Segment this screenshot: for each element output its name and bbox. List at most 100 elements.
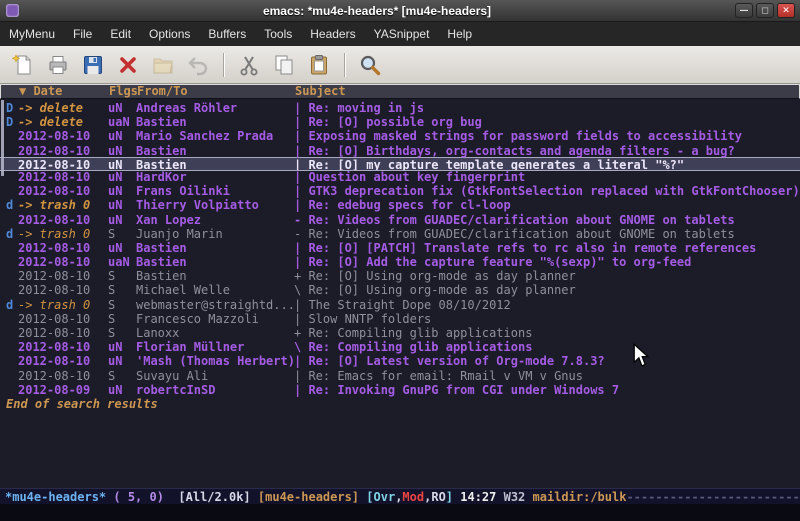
modeline-modified-indicator: Mod: [402, 490, 424, 504]
message-from: robertcInSD: [136, 383, 294, 397]
message-date: 2012-08-10: [18, 312, 108, 326]
message-from: Bastien: [136, 255, 294, 269]
message-mark-prefix: [6, 184, 18, 198]
undo-icon: [186, 53, 210, 77]
message-row[interactable]: 2012-08-10uNXan Lopez- Re: Videos from G…: [0, 213, 800, 227]
message-row[interactable]: 2012-08-10uNMario Sanchez Prada| Exposin…: [0, 129, 800, 143]
cut-button[interactable]: [234, 50, 264, 80]
print-button[interactable]: [43, 50, 73, 80]
message-subject: - Re: Videos from GUADEC/clarification a…: [294, 213, 800, 227]
copy-button[interactable]: [269, 50, 299, 80]
paste-button[interactable]: [304, 50, 334, 80]
message-row[interactable]: 2012-08-10SBastien+ Re: [O] Using org-mo…: [0, 269, 800, 283]
message-row[interactable]: 2012-08-10SSuvayu Ali| Re: Emacs for ema…: [0, 369, 800, 383]
header-column-flags[interactable]: Flgs: [109, 85, 137, 98]
message-row[interactable]: d-> trash 0uNThierry Volpiatto| Re: edeb…: [0, 198, 800, 212]
message-subject: \ Re: [O] Using org-mode as day planner: [294, 283, 800, 297]
modeline-buffer-size: [All/2.0k]: [178, 490, 257, 504]
menu-item-yasnippet[interactable]: YASnippet: [365, 23, 439, 45]
message-row[interactable]: 2012-08-10uNHardKor| Question about key …: [0, 170, 800, 184]
message-date: -> delete: [18, 101, 108, 115]
close-button[interactable]: [113, 50, 143, 80]
message-row[interactable]: 2012-08-09uNrobertcInSD| Re: Invoking Gn…: [0, 383, 800, 397]
message-date: 2012-08-10: [18, 170, 108, 184]
message-flags: uaN: [108, 115, 136, 129]
menu-item-edit[interactable]: Edit: [101, 23, 140, 45]
minimize-button[interactable]: —: [735, 3, 753, 18]
echo-area[interactable]: [0, 504, 800, 521]
message-mark-prefix: [6, 144, 18, 158]
modeline-status-open-bracket: [: [366, 490, 373, 504]
open-folder-button[interactable]: [148, 50, 178, 80]
message-from: webmaster@straightd...: [136, 298, 294, 312]
message-row[interactable]: d-> trash 0Swebmaster@straightd...| The …: [0, 298, 800, 312]
headers-buffer[interactable]: D-> deleteuNAndreas Röhler| Re: moving i…: [0, 99, 800, 488]
message-mark-prefix: d: [6, 298, 18, 312]
message-row[interactable]: 2012-08-10uNBastien| Re: [O] my capture …: [0, 157, 800, 171]
message-row[interactable]: D-> deleteuaNBastien| Re: [O] possible o…: [0, 115, 800, 129]
toolbar-separator: [223, 53, 224, 77]
close-button[interactable]: ✕: [777, 3, 795, 18]
message-subject: - Re: Videos from GUADEC/clarification a…: [294, 227, 800, 241]
message-flags: uN: [108, 354, 136, 368]
title-bar[interactable]: emacs: *mu4e-headers* [mu4e-headers] — ◻…: [0, 0, 800, 22]
message-subject: + Re: Compiling glib applications: [294, 326, 800, 340]
save-icon: [81, 53, 105, 77]
message-from: Francesco Mazzoli: [136, 312, 294, 326]
menu-item-help[interactable]: Help: [438, 23, 481, 45]
menu-item-mymenu[interactable]: MyMenu: [0, 23, 64, 45]
message-mark-prefix: [6, 255, 18, 269]
message-flags: uN: [108, 184, 136, 198]
modeline-buffer-name: *mu4e-headers*: [5, 490, 113, 504]
cut-icon: [237, 53, 261, 77]
message-row[interactable]: 2012-08-10uaNBastien| Re: [O] Add the ca…: [0, 255, 800, 269]
message-row[interactable]: 2012-08-10SFrancesco Mazzoli| Slow NNTP …: [0, 312, 800, 326]
message-row[interactable]: 2012-08-10uNBastien| Re: [O] Birthdays, …: [0, 144, 800, 158]
message-row[interactable]: 2012-08-10SLanoxx+ Re: Compiling glib ap…: [0, 326, 800, 340]
new-file-button[interactable]: [8, 50, 38, 80]
message-subject: | Re: edebug specs for cl-loop: [294, 198, 800, 212]
message-from: Xan Lopez: [136, 213, 294, 227]
message-flags: S: [108, 312, 136, 326]
message-date: 2012-08-10: [18, 340, 108, 354]
header-column-from[interactable]: From/To: [137, 85, 295, 98]
message-date: -> trash 0: [18, 227, 108, 241]
message-row[interactable]: 2012-08-10uNFlorian Müllner\ Re: Compili…: [0, 340, 800, 354]
menu-item-headers[interactable]: Headers: [301, 23, 364, 45]
header-column-subject[interactable]: Subject: [295, 85, 799, 98]
scrollbar-thumb[interactable]: [1, 100, 4, 176]
message-row[interactable]: 2012-08-10uN'Mash (Thomas Herbert)| Re: …: [0, 354, 800, 368]
message-date: 2012-08-10: [18, 269, 108, 283]
menu-item-file[interactable]: File: [64, 23, 101, 45]
message-from: Juanjo Marin: [136, 227, 294, 241]
header-column-date[interactable]: ▼ Date: [19, 85, 109, 98]
maximize-button[interactable]: ◻: [756, 3, 774, 18]
message-from: Bastien: [136, 158, 294, 170]
message-row[interactable]: D-> deleteuNAndreas Röhler| Re: moving i…: [0, 101, 800, 115]
message-row[interactable]: 2012-08-10SMichael Welle\ Re: [O] Using …: [0, 283, 800, 297]
message-row[interactable]: d-> trash 0SJuanjo Marin- Re: Videos fro…: [0, 227, 800, 241]
header-line[interactable]: ▼ Date Flgs From/To Subject: [0, 84, 800, 99]
new-file-icon: [11, 53, 35, 77]
message-from: Michael Welle: [136, 283, 294, 297]
message-mark-prefix: D: [6, 101, 18, 115]
menu-item-tools[interactable]: Tools: [255, 23, 301, 45]
message-mark-prefix: d: [6, 198, 18, 212]
menu-item-buffers[interactable]: Buffers: [199, 23, 255, 45]
message-subject: | Re: [O] my capture template generates …: [294, 158, 800, 170]
save-button[interactable]: [78, 50, 108, 80]
sort-descending-icon: ▼: [19, 84, 33, 98]
message-mark-prefix: [6, 326, 18, 340]
message-row[interactable]: 2012-08-10uNBastien| Re: [O] [PATCH] Tra…: [0, 241, 800, 255]
header-prefix-spacer: [7, 85, 19, 98]
message-flags: uN: [108, 101, 136, 115]
search-button[interactable]: [355, 50, 385, 80]
message-subject: | Re: [O] possible org bug: [294, 115, 800, 129]
message-mark-prefix: [6, 269, 18, 283]
message-flags: uN: [108, 340, 136, 354]
message-row[interactable]: 2012-08-10uNFrans Oilinki| GTK3 deprecat…: [0, 184, 800, 198]
undo-button[interactable]: [183, 50, 213, 80]
message-flags: uN: [108, 383, 136, 397]
menu-item-options[interactable]: Options: [140, 23, 199, 45]
modeline-major-mode: [mu4e-headers]: [258, 490, 366, 504]
